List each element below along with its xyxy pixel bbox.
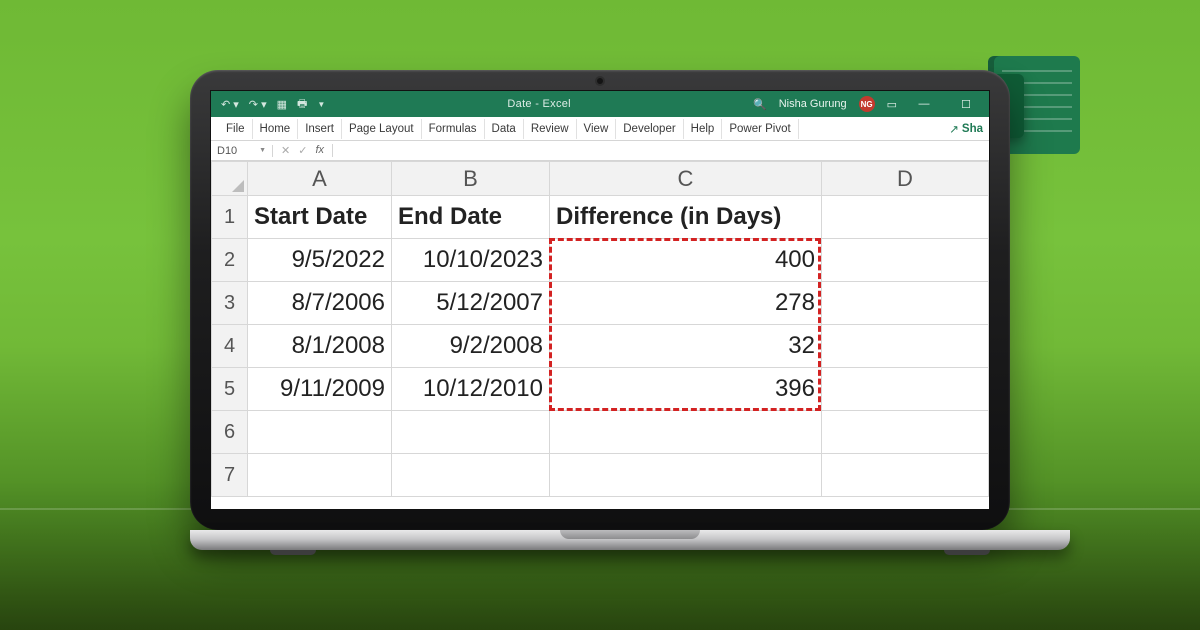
maximize-button[interactable]: ☐ bbox=[951, 98, 981, 111]
minimize-button[interactable]: — bbox=[909, 98, 939, 110]
ribbon-display-icon[interactable]: ▭ bbox=[887, 98, 897, 111]
cell-A2[interactable]: 9/5/2022 bbox=[248, 239, 392, 282]
cell-A7[interactable] bbox=[248, 454, 392, 497]
qat-more-icon[interactable]: ▼ bbox=[317, 100, 325, 109]
cell-C1[interactable]: Difference (in Days) bbox=[550, 196, 822, 239]
cell-B5[interactable]: 10/12/2010 bbox=[392, 368, 550, 411]
user-avatar[interactable]: NG bbox=[859, 96, 875, 112]
worksheet[interactable]: A B C D 1 Start Date End Date Difference… bbox=[211, 161, 989, 497]
tab-help[interactable]: Help bbox=[684, 119, 723, 139]
cell-C6[interactable] bbox=[550, 411, 822, 454]
tab-review[interactable]: Review bbox=[524, 119, 577, 139]
share-label: Sha bbox=[962, 123, 983, 135]
save-icon[interactable]: ▦ bbox=[277, 98, 287, 111]
tab-power-pivot[interactable]: Power Pivot bbox=[722, 119, 798, 139]
share-button[interactable]: ↗ Sha bbox=[942, 118, 989, 140]
cell-C2[interactable]: 400 bbox=[550, 239, 822, 282]
name-box-value: D10 bbox=[217, 145, 237, 157]
cell-A5[interactable]: 9/11/2009 bbox=[248, 368, 392, 411]
cell-B4[interactable]: 9/2/2008 bbox=[392, 325, 550, 368]
cancel-formula-icon[interactable]: ✕ bbox=[281, 144, 290, 157]
enter-formula-icon[interactable]: ✓ bbox=[298, 144, 307, 157]
cell-C3[interactable]: 278 bbox=[550, 282, 822, 325]
cell-B1[interactable]: End Date bbox=[392, 196, 550, 239]
col-header-C[interactable]: C bbox=[550, 162, 822, 196]
search-icon[interactable]: 🔍 bbox=[753, 98, 767, 111]
row-header-1[interactable]: 1 bbox=[212, 196, 248, 239]
tab-file[interactable]: File bbox=[219, 119, 253, 139]
row-header-5[interactable]: 5 bbox=[212, 368, 248, 411]
select-all-corner[interactable] bbox=[212, 162, 248, 196]
user-name[interactable]: Nisha Gurung bbox=[779, 98, 847, 110]
tab-page-layout[interactable]: Page Layout bbox=[342, 119, 422, 139]
webcam bbox=[597, 78, 603, 84]
cell-D7[interactable] bbox=[822, 454, 989, 497]
grid[interactable]: A B C D 1 Start Date End Date Difference… bbox=[211, 161, 989, 497]
tab-home[interactable]: Home bbox=[253, 119, 299, 139]
tab-data[interactable]: Data bbox=[485, 119, 524, 139]
tab-view[interactable]: View bbox=[577, 119, 617, 139]
fx-icon[interactable]: fx bbox=[315, 144, 324, 157]
print-icon[interactable]: 🖶 bbox=[297, 95, 307, 114]
cell-A1[interactable]: Start Date bbox=[248, 196, 392, 239]
cell-C7[interactable] bbox=[550, 454, 822, 497]
undo-icon[interactable]: ↶ ▾ bbox=[221, 98, 239, 111]
cell-D4[interactable] bbox=[822, 325, 989, 368]
col-header-D[interactable]: D bbox=[822, 162, 989, 196]
cell-D5[interactable] bbox=[822, 368, 989, 411]
cell-B7[interactable] bbox=[392, 454, 550, 497]
name-box[interactable]: D10 ▼ bbox=[211, 145, 273, 157]
cell-C4[interactable]: 32 bbox=[550, 325, 822, 368]
cell-D6[interactable] bbox=[822, 411, 989, 454]
cell-D3[interactable] bbox=[822, 282, 989, 325]
cell-A4[interactable]: 8/1/2008 bbox=[248, 325, 392, 368]
col-header-B[interactable]: B bbox=[392, 162, 550, 196]
cell-D2[interactable] bbox=[822, 239, 989, 282]
laptop: ↶ ▾ ↷ ▾ ▦ 🖶 ▼ Date - Excel 🔍 Nisha Gurun… bbox=[190, 70, 1010, 550]
cell-B6[interactable] bbox=[392, 411, 550, 454]
redo-icon[interactable]: ↷ ▾ bbox=[249, 98, 267, 111]
name-box-dropdown-icon[interactable]: ▼ bbox=[259, 147, 266, 154]
row-header-4[interactable]: 4 bbox=[212, 325, 248, 368]
tab-insert[interactable]: Insert bbox=[298, 119, 342, 139]
cell-A6[interactable] bbox=[248, 411, 392, 454]
col-header-A[interactable]: A bbox=[248, 162, 392, 196]
cell-D1[interactable] bbox=[822, 196, 989, 239]
document-title: Date - Excel bbox=[325, 98, 753, 110]
ribbon-tabs: File Home Insert Page Layout Formulas Da… bbox=[211, 117, 989, 141]
screen: ↶ ▾ ↷ ▾ ▦ 🖶 ▼ Date - Excel 🔍 Nisha Gurun… bbox=[210, 90, 990, 510]
cell-C5[interactable]: 396 bbox=[550, 368, 822, 411]
tab-developer[interactable]: Developer bbox=[616, 119, 683, 139]
title-bar: ↶ ▾ ↷ ▾ ▦ 🖶 ▼ Date - Excel 🔍 Nisha Gurun… bbox=[211, 91, 989, 117]
row-header-2[interactable]: 2 bbox=[212, 239, 248, 282]
tab-formulas[interactable]: Formulas bbox=[422, 119, 485, 139]
row-header-7[interactable]: 7 bbox=[212, 454, 248, 497]
laptop-base bbox=[190, 530, 1070, 550]
row-header-3[interactable]: 3 bbox=[212, 282, 248, 325]
formula-bar-row: D10 ▼ ✕ ✓ fx bbox=[211, 141, 989, 161]
cell-A3[interactable]: 8/7/2006 bbox=[248, 282, 392, 325]
row-header-6[interactable]: 6 bbox=[212, 411, 248, 454]
cell-B2[interactable]: 10/10/2023 bbox=[392, 239, 550, 282]
cell-B3[interactable]: 5/12/2007 bbox=[392, 282, 550, 325]
